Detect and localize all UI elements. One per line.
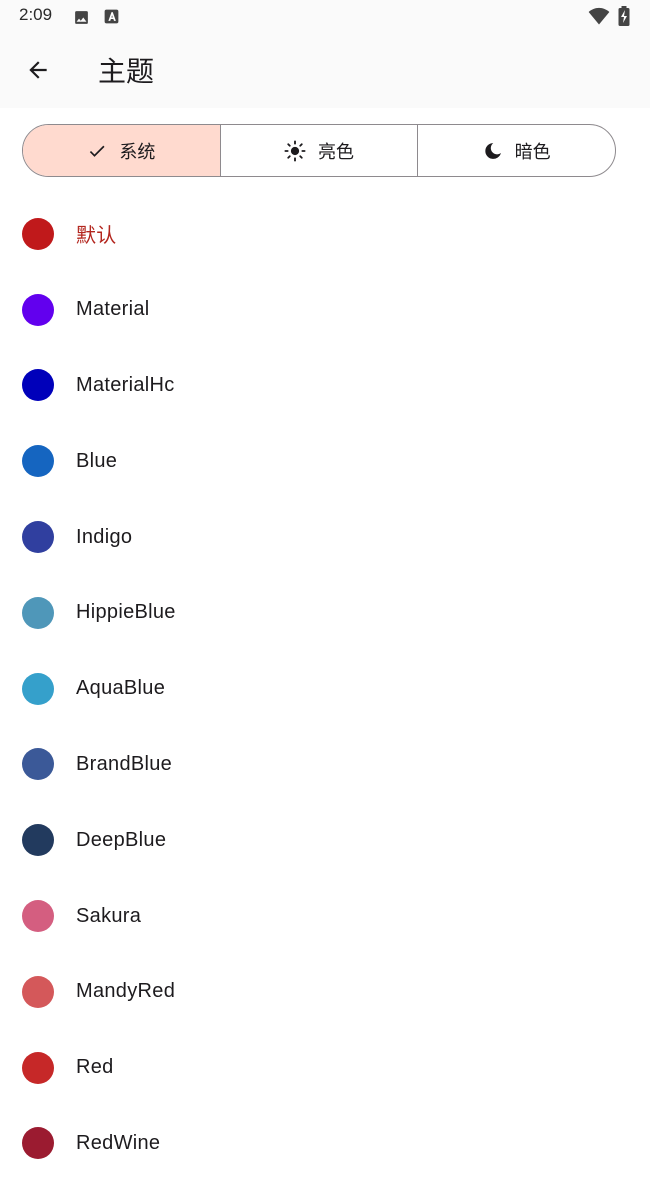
status-time: 2:09 — [19, 5, 53, 24]
theme-label: Red — [76, 1056, 114, 1079]
theme-color-swatch — [22, 521, 54, 554]
theme-label: Indigo — [76, 525, 133, 548]
mode-option-light[interactable]: 亮色 — [219, 125, 418, 176]
theme-label: AquaBlue — [76, 677, 166, 700]
theme-label: HippieBlue — [76, 601, 176, 624]
wifi-icon — [588, 7, 610, 29]
theme-color-swatch — [22, 672, 54, 705]
theme-item-hippieblue[interactable]: HippieBlue — [0, 575, 650, 651]
theme-item-indigo[interactable]: Indigo — [0, 499, 650, 575]
theme-item-materialhc[interactable]: MaterialHc — [0, 348, 650, 424]
app-bar: 主题 — [0, 34, 650, 108]
sun-icon — [284, 139, 306, 162]
theme-label: BrandBlue — [76, 752, 173, 775]
theme-item-mandyred[interactable]: MandyRed — [0, 954, 650, 1030]
mode-option-label: 系统 — [119, 141, 156, 163]
theme-label: 默认 — [76, 225, 117, 248]
theme-label: DeepBlue — [76, 828, 167, 851]
theme-color-swatch — [22, 217, 54, 250]
theme-color-swatch — [22, 596, 54, 629]
theme-color-swatch — [22, 293, 54, 326]
mode-option-label: 暗色 — [514, 141, 551, 163]
theme-label: Material — [76, 298, 150, 321]
theme-list: 默认 Material MaterialHc Blue Indigo Hippi… — [0, 196, 650, 1181]
mode-option-dark[interactable]: 暗色 — [417, 125, 615, 176]
theme-color-swatch — [22, 748, 54, 781]
theme-color-swatch — [22, 900, 54, 933]
mode-option-system[interactable]: 系统 — [23, 125, 220, 176]
battery-charging-icon — [618, 6, 630, 30]
theme-color-swatch — [22, 445, 54, 478]
check-icon — [87, 141, 107, 161]
theme-item-default[interactable]: 默认 — [0, 196, 650, 272]
theme-color-swatch — [22, 369, 54, 402]
theme-color-swatch — [22, 1051, 54, 1084]
arrow-left-icon — [25, 57, 51, 87]
theme-item-material[interactable]: Material — [0, 272, 650, 348]
theme-label: MaterialHc — [76, 373, 175, 396]
mode-option-label: 亮色 — [318, 141, 354, 163]
page-title: 主题 — [98, 55, 155, 88]
theme-color-swatch — [22, 975, 54, 1008]
theme-label: MandyRed — [76, 980, 176, 1003]
theme-item-deepblue[interactable]: DeepBlue — [0, 802, 650, 878]
theme-item-aquablue[interactable]: AquaBlue — [0, 651, 650, 727]
theme-item-redwine[interactable]: RedWine — [0, 1106, 650, 1181]
theme-label: Blue — [76, 449, 118, 472]
theme-item-brandblue[interactable]: BrandBlue — [0, 727, 650, 803]
back-button[interactable] — [18, 52, 58, 92]
theme-mode-selector: 系统 亮色 暗色 — [22, 124, 616, 177]
moon-icon — [483, 141, 503, 161]
theme-item-sakura[interactable]: Sakura — [0, 878, 650, 954]
theme-item-blue[interactable]: Blue — [0, 423, 650, 499]
theme-color-swatch — [22, 824, 54, 857]
image-icon — [73, 9, 90, 30]
theme-item-red[interactable]: Red — [0, 1030, 650, 1106]
theme-label: Sakura — [76, 904, 142, 927]
status-bar: 2:09 — [0, 0, 650, 34]
keyboard-a-icon — [104, 9, 119, 28]
theme-label: RedWine — [76, 1131, 161, 1154]
